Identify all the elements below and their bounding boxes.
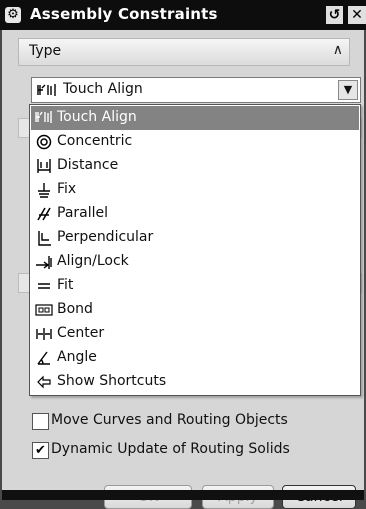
dropdown-item-label: Fit [57,277,74,293]
dropdown-item-parallel[interactable]: Parallel [31,202,359,226]
distance-icon [35,158,52,174]
dropdown-item-fit[interactable]: Fit [31,274,359,298]
angle-icon [35,350,52,366]
window-bottom-edge [2,490,364,500]
type-section-label: Type [29,43,62,59]
title-bar: ⚙ Assembly Constraints ↺ ✕ [0,0,366,30]
dropdown-item-touch-align[interactable]: Touch Align [31,106,359,130]
dropdown-item-label: Align/Lock [57,253,129,269]
dropdown-item-label: Parallel [57,205,109,221]
dropdown-item-perpendicular[interactable]: Perpendicular [31,226,359,250]
dropdown-item-align-lock[interactable]: Align/Lock [31,250,359,274]
dropdown-item-label: Show Shortcuts [57,373,167,389]
move-curves-label: Move Curves and Routing Objects [51,412,288,428]
dropdown-item-label: Distance [57,157,119,173]
dropdown-item-concentric[interactable]: Concentric [31,130,359,154]
dropdown-item-label: Bond [57,301,93,317]
show-shortcuts-icon [35,374,52,390]
dropdown-arrow-icon[interactable]: ▼ [338,80,358,100]
dropdown-item-show-shortcuts[interactable]: Show Shortcuts [31,370,359,394]
dynamic-update-checkbox[interactable]: ✔ [32,442,49,459]
fit-icon [35,278,52,294]
align-lock-icon [35,254,52,270]
dropdown-item-label: Angle [57,349,97,365]
dynamic-update-label: Dynamic Update of Routing Solids [51,441,290,457]
collapse-caret-icon[interactable]: ∧ [333,42,343,58]
constraint-type-dropdown: Touch Align Concentric Distance Fix Para… [29,104,361,396]
dropdown-item-fix[interactable]: Fix [31,178,359,202]
type-section-header[interactable]: Type ∧ [18,38,350,66]
constraint-type-value: Touch Align [63,81,143,97]
gear-icon: ⚙ [5,7,21,23]
constraint-type-select[interactable]: Touch Align ▼ [31,77,361,103]
dropdown-item-label: Fix [57,181,77,197]
parallel-icon [35,206,52,222]
dropdown-item-label: Touch Align [57,109,137,125]
reset-icon[interactable]: ↺ [326,6,343,24]
dropdown-item-bond[interactable]: Bond [31,298,359,322]
move-curves-checkbox[interactable] [32,413,49,430]
dropdown-item-distance[interactable]: Distance [31,154,359,178]
dropdown-item-label: Concentric [57,133,133,149]
dropdown-item-center[interactable]: Center [31,322,359,346]
dropdown-item-label: Perpendicular [57,229,154,245]
dropdown-item-angle[interactable]: Angle [31,346,359,370]
close-icon[interactable]: ✕ [348,6,366,24]
window-title: Assembly Constraints [30,5,218,23]
touch-align-icon [35,110,52,126]
bond-icon [35,302,53,318]
touch-align-icon [37,83,59,101]
concentric-icon [35,134,52,150]
center-icon [35,326,52,342]
perpendicular-icon [35,230,52,246]
fix-icon [35,182,52,198]
dropdown-item-label: Center [57,325,105,341]
